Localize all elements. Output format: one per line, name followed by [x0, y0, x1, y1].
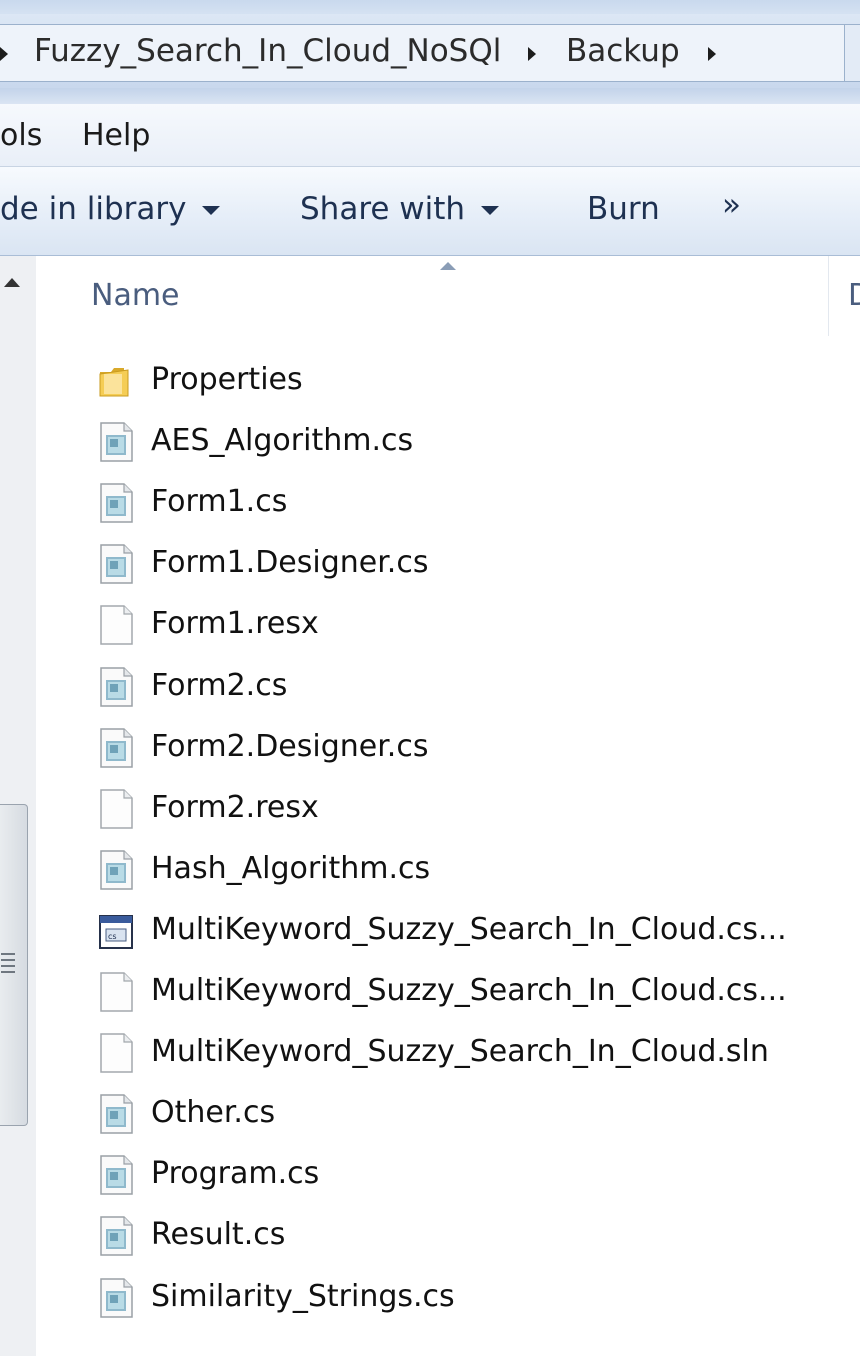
column-divider[interactable] [828, 256, 829, 336]
file-row[interactable]: Result.cs [96, 1205, 856, 1265]
breadcrumb-item-project[interactable]: Fuzzy_Search_In_Cloud_NoSQl [34, 33, 501, 69]
grip-line [1, 965, 15, 967]
cs-file-icon [98, 1093, 134, 1135]
file-name: Form2.cs [151, 667, 288, 703]
address-bar[interactable]: Fuzzy_Search_In_Cloud_NoSQl Backup [0, 24, 845, 82]
burn-button[interactable]: Burn [587, 191, 660, 227]
folder-icon [98, 360, 134, 402]
sort-ascending-icon [440, 262, 456, 270]
menu-help[interactable]: Help [82, 118, 150, 153]
menu-tools[interactable]: ols [0, 118, 42, 153]
include-in-library-label: de in library [0, 191, 187, 227]
chevron-down-icon [202, 206, 221, 215]
file-row[interactable]: MultiKeyword_Suzzy_Search_In_Cloud.cs... [96, 961, 856, 1021]
file-name: Other.cs [151, 1095, 276, 1131]
breadcrumb-separator-icon[interactable] [528, 47, 536, 61]
file-row[interactable]: Form2.Designer.cs [96, 717, 856, 777]
file-name: Similarity_Strings.cs [151, 1278, 455, 1314]
cs-file-icon [98, 727, 134, 769]
csproj-file-icon: cs [98, 910, 134, 952]
blank-file-icon [98, 788, 134, 830]
file-name: AES_Algorithm.cs [151, 423, 414, 459]
file-row[interactable]: cs MultiKeyword_Suzzy_Search_In_Cloud.cs.… [96, 900, 856, 960]
include-in-library-button[interactable]: de in library [0, 191, 221, 227]
cs-file-icon [98, 482, 134, 524]
file-row[interactable]: Form1.resx [96, 594, 856, 654]
share-with-button[interactable]: Share with [300, 191, 500, 227]
command-toolbar: de in library Share with Burn » [0, 167, 860, 256]
folder-row[interactable]: Properties [96, 350, 856, 410]
svg-text:cs: cs [108, 932, 117, 941]
file-row[interactable]: Form2.cs [96, 656, 856, 716]
file-name: MultiKeyword_Suzzy_Search_In_Cloud.cs... [151, 911, 787, 947]
file-name: Program.cs [151, 1156, 320, 1192]
cs-file-icon [98, 1277, 134, 1319]
file-row[interactable]: Program.cs [96, 1144, 856, 1204]
file-name: MultiKeyword_Suzzy_Search_In_Cloud.cs... [151, 973, 787, 1008]
menu-bar: ols Help [0, 104, 860, 167]
cs-file-icon [98, 543, 134, 585]
grip-line [1, 971, 15, 973]
breadcrumb-item-backup[interactable]: Backup [566, 33, 680, 69]
breadcrumb-separator-icon[interactable] [708, 47, 716, 61]
file-row[interactable]: Similarity_Strings.cs [96, 1267, 856, 1327]
scrollbar-thumb[interactable] [0, 804, 28, 1126]
column-header-date[interactable]: D [848, 278, 860, 313]
file-name: Form2.Designer.cs [151, 728, 429, 764]
grip-line [1, 959, 15, 961]
navigation-pane-scrollbar[interactable] [0, 256, 37, 1356]
file-row[interactable]: AES_Algorithm.cs [96, 411, 856, 471]
cs-file-icon [98, 666, 134, 708]
blank-file-icon [98, 604, 134, 646]
file-name: MultiKeyword_Suzzy_Search_In_Cloud.sln [151, 1034, 769, 1070]
blank-file-icon [98, 1032, 134, 1074]
file-name: Form1.cs [151, 484, 288, 520]
file-row[interactable]: Form2.resx [96, 778, 856, 838]
address-bar-area: Fuzzy_Search_In_Cloud_NoSQl Backup [0, 14, 860, 98]
file-name: Form1.resx [151, 606, 319, 642]
file-name: Form1.Designer.cs [151, 545, 429, 581]
refresh-button[interactable] [845, 24, 860, 82]
file-row[interactable]: Form1.cs [96, 472, 856, 532]
file-name: Properties [151, 362, 303, 397]
file-row[interactable]: Other.cs [96, 1083, 856, 1143]
file-list: Name D Properties AES_Algorithm.cs Form1.c… [36, 256, 860, 1356]
blank-file-icon [98, 971, 134, 1013]
scroll-up-icon[interactable] [4, 278, 20, 287]
file-name: Hash_Algorithm.cs [151, 850, 431, 886]
grip-line [1, 953, 15, 955]
chevron-down-icon [481, 206, 500, 215]
share-with-label: Share with [300, 191, 466, 227]
cs-file-icon [98, 849, 134, 891]
breadcrumb-separator-icon[interactable] [0, 47, 8, 61]
file-row[interactable]: MultiKeyword_Suzzy_Search_In_Cloud.sln [96, 1022, 856, 1082]
cs-file-icon [98, 421, 134, 463]
cs-file-icon [98, 1215, 134, 1257]
column-header-name[interactable]: Name [91, 278, 180, 313]
file-name: Result.cs [151, 1217, 286, 1253]
file-name: Form2.resx [151, 789, 319, 825]
file-row[interactable]: Form1.Designer.cs [96, 533, 856, 593]
file-row[interactable]: Hash_Algorithm.cs [96, 839, 856, 899]
cs-file-icon [98, 1154, 134, 1196]
more-commands-button[interactable]: » [722, 187, 741, 223]
